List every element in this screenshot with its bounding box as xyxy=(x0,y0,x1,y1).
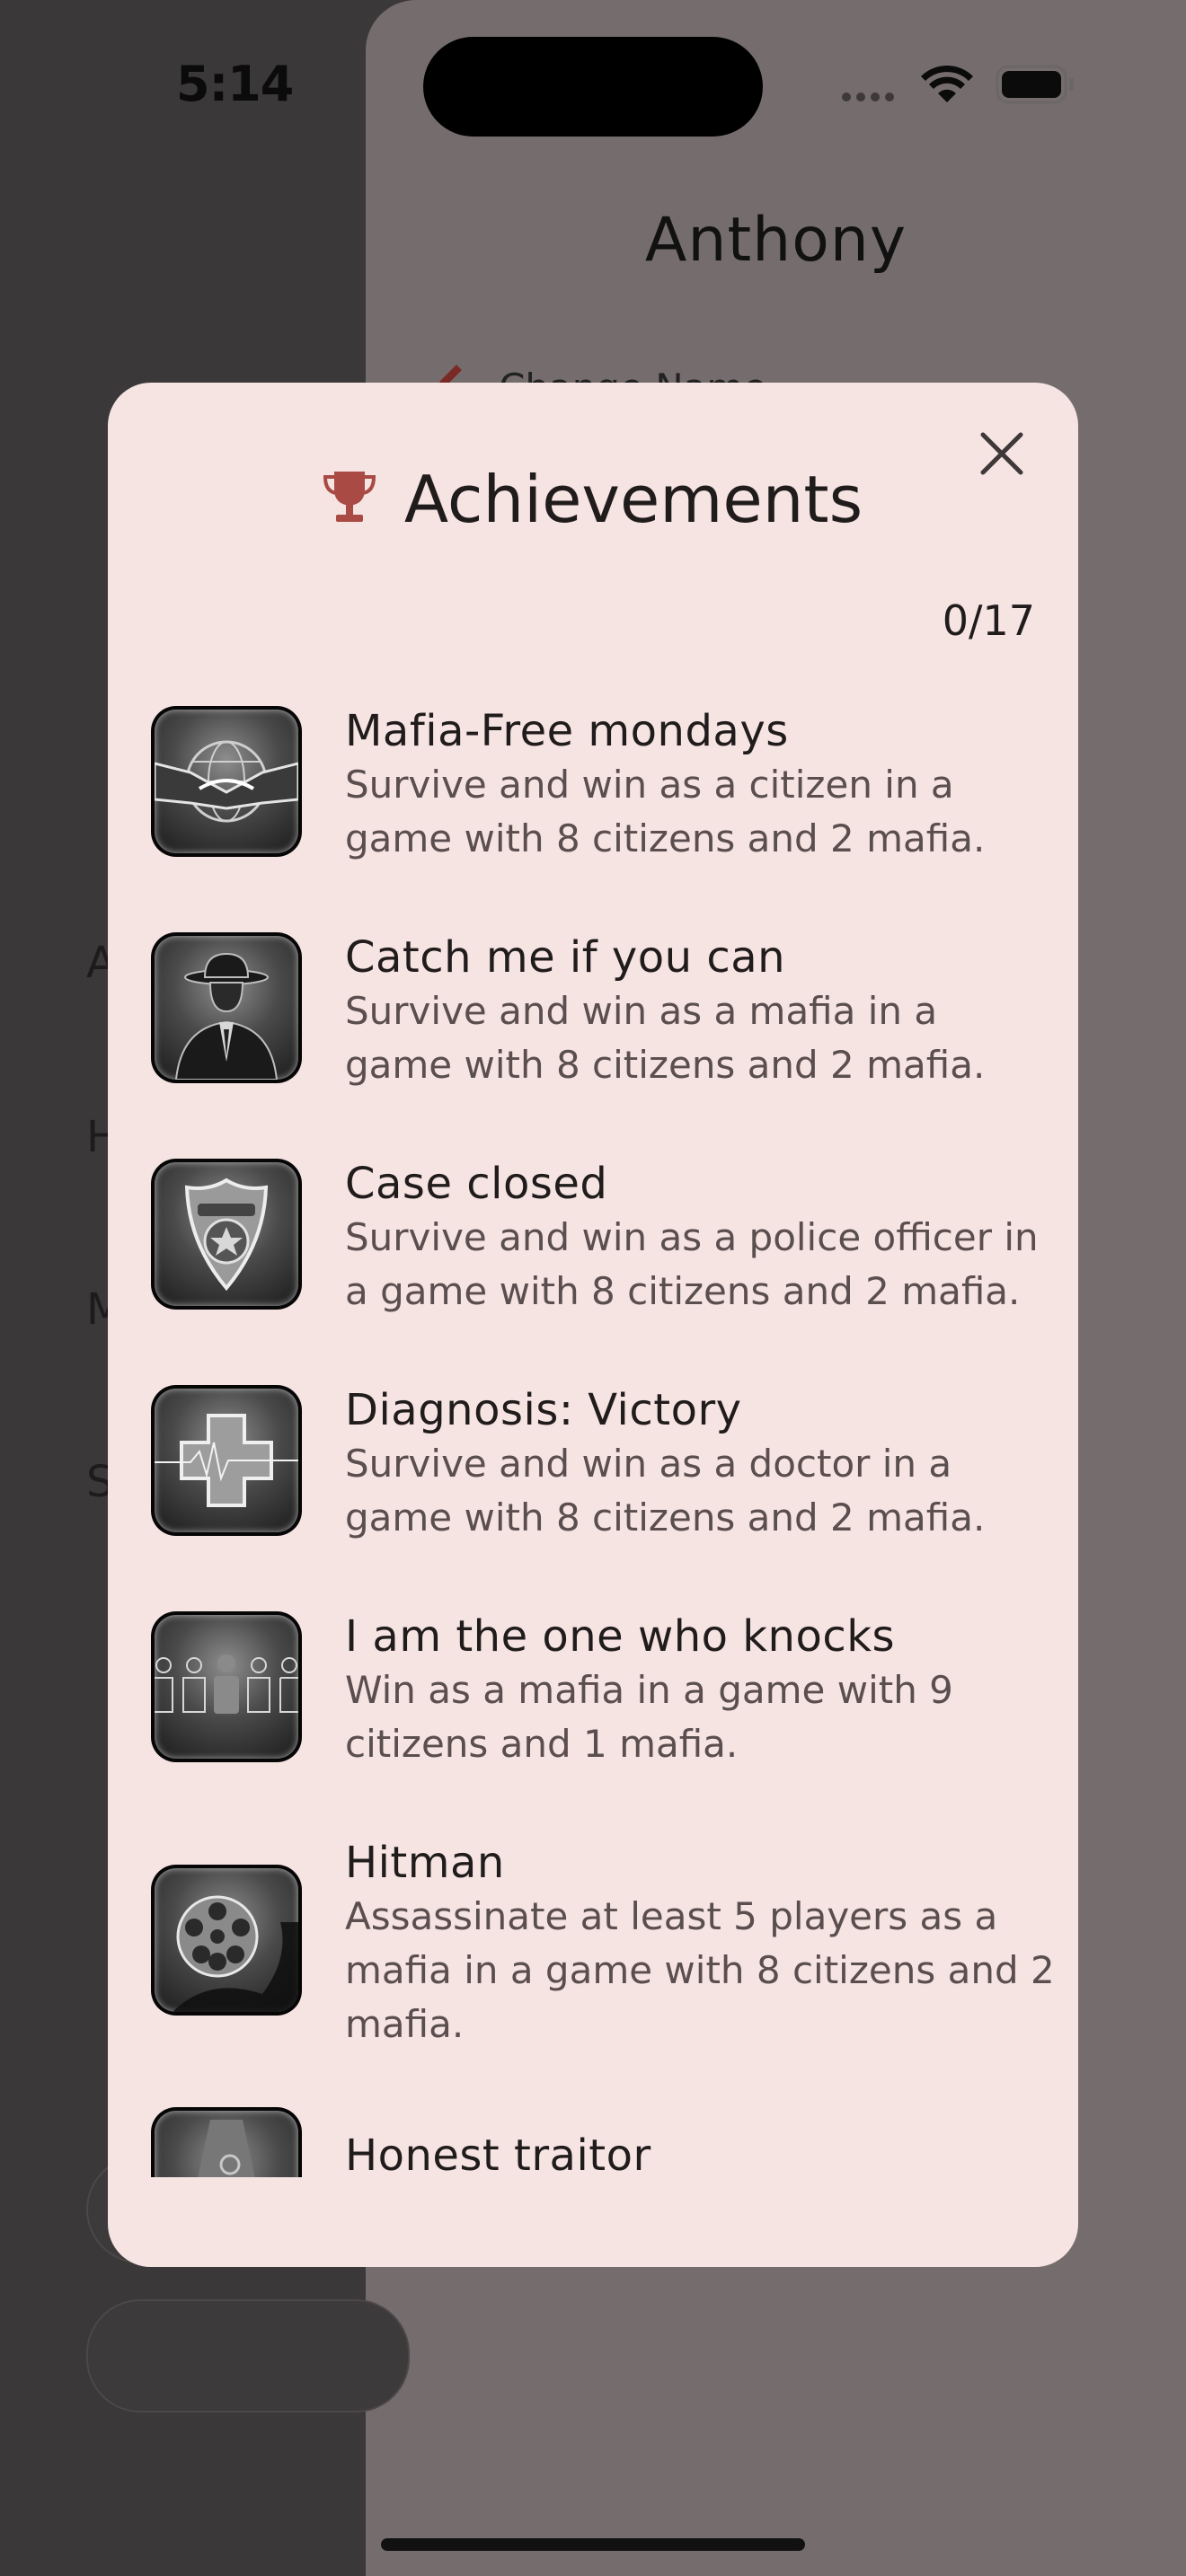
achievement-description: Survive and win as a doctor in a game wi… xyxy=(345,1442,986,1539)
achievement-description: Win as a mafia in a game with 9 citizens… xyxy=(345,1668,953,1766)
achievement-item[interactable]: Hitman Assassinate at least 5 players as… xyxy=(151,1838,1055,2062)
spotlight-icon xyxy=(198,2120,255,2177)
achievement-badge xyxy=(151,1611,302,1762)
achievement-badge xyxy=(151,706,302,857)
achievement-description: Survive and win as a citizen in a game w… xyxy=(345,763,986,860)
battery-icon xyxy=(996,65,1074,104)
background-button xyxy=(86,2299,410,2413)
achievement-title: Catch me if you can xyxy=(345,932,786,983)
close-icon xyxy=(980,432,1023,475)
screen: Anthony Change Name A H M S 5:14 Mafia-F… xyxy=(0,0,1186,2576)
modal-header: Achievements xyxy=(108,462,1078,537)
achievement-item[interactable]: Case closed Survive and win as a police … xyxy=(151,1159,1049,1329)
police-badge-icon xyxy=(184,1178,269,1292)
achievement-title: Honest traitor xyxy=(345,2130,651,2177)
achievement-title: Mafia-Free mondays xyxy=(345,706,789,756)
achievement-badge xyxy=(151,932,302,1083)
handshake-globe-icon xyxy=(155,740,298,823)
achievement-item[interactable]: Mafia-Free mondays Survive and win as a … xyxy=(151,706,1049,877)
trophy-icon xyxy=(323,470,376,525)
profile-name: Anthony xyxy=(644,205,907,276)
achievement-badge xyxy=(151,1865,302,2016)
achievement-badge xyxy=(151,1385,302,1536)
crowd-icon xyxy=(155,1654,298,1714)
achievement-badge xyxy=(151,2107,302,2177)
achievement-description: Assassinate at least 5 players as a mafi… xyxy=(345,1894,1055,2046)
home-indicator xyxy=(381,2538,805,2551)
achievement-title: I am the one who knocks xyxy=(345,1611,896,1662)
achievements-progress: 0/17 xyxy=(942,596,1035,645)
achievement-badge xyxy=(151,1159,302,1310)
achievements-modal: Mafia-Free mondays Survive and win as a … xyxy=(108,383,1078,2267)
wifi-icon xyxy=(921,65,973,102)
mafia-man-icon xyxy=(174,952,279,1080)
achievement-item[interactable]: Catch me if you can Survive and win as a… xyxy=(151,932,1049,1103)
close-button[interactable] xyxy=(970,422,1033,485)
achievement-description: Survive and win as a police officer in a… xyxy=(345,1215,1039,1313)
achievements-list[interactable]: Mafia-Free mondays Survive and win as a … xyxy=(108,383,1078,2177)
status-time: 5:14 xyxy=(176,56,294,112)
achievement-title: Diagnosis: Victory xyxy=(345,1385,742,1435)
modal-title: Achievements xyxy=(403,462,863,537)
dynamic-island xyxy=(423,37,763,137)
status-icons xyxy=(836,63,1078,108)
achievement-item[interactable]: Diagnosis: Victory Survive and win as a … xyxy=(151,1385,1049,1556)
medical-cross-icon xyxy=(155,1414,298,1507)
cellular-signal-icon xyxy=(842,93,894,101)
achievement-title: Case closed xyxy=(345,1159,608,1209)
achievement-item[interactable]: Honest traitor xyxy=(151,2107,1049,2177)
achievement-description: Survive and win as a mafia in a game wit… xyxy=(345,989,986,1087)
achievement-item[interactable]: I am the one who knocks Win as a mafia i… xyxy=(151,1611,1049,1782)
achievement-title: Hitman xyxy=(345,1838,505,1888)
film-reel-icon xyxy=(173,1895,298,2012)
